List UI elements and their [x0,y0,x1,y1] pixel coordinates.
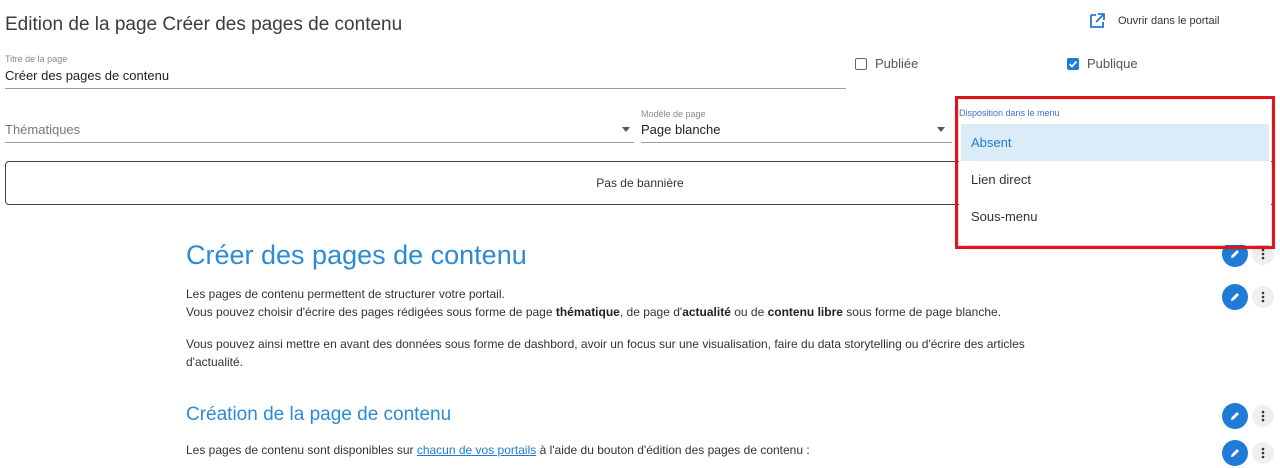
page-title: Edition de la page Créer des pages de co… [5,14,403,35]
title-field[interactable]: Créer des pages de contenu [5,68,169,83]
more-vertical-icon [1261,291,1265,303]
title-field-label: Titre de la page [5,54,68,64]
edit-block-button[interactable] [1222,440,1248,466]
block-actions-3 [1222,403,1274,429]
thematics-placeholder: Thématiques [5,122,81,137]
paragraph-1-line-2: Vous pouvez choisir d'écrire des pages r… [186,303,1001,321]
paragraph-2-line-2: d'actualité. [186,355,243,369]
template-underline [641,142,952,143]
template-select[interactable]: Page blanche [641,122,945,137]
bold-thematique: thématique [555,305,620,319]
block-actions-4 [1222,440,1274,466]
text: Vous pouvez choisir d'écrire des pages r… [186,305,556,319]
content-heading: Créer des pages de contenu [186,240,527,270]
pencil-icon [1231,412,1239,420]
check-icon [1068,60,1078,68]
external-link-icon [1090,13,1105,28]
pencil-icon [1231,449,1239,457]
more-options-button[interactable] [1252,286,1274,308]
paragraph-3: Les pages de contenu sont disponibles su… [186,441,810,459]
paragraph-1-line-1: Les pages de contenu permettent de struc… [186,287,505,301]
edit-block-button[interactable] [1222,284,1248,310]
title-field-underline [5,88,846,89]
template-value: Page blanche [641,122,721,137]
public-label: Publique [1087,56,1138,71]
text: ou de [730,305,768,319]
more-options-button[interactable] [1252,405,1274,427]
template-label: Modèle de page [641,109,706,119]
open-in-portal-label: Ouvrir dans le portail [1118,14,1220,27]
pencil-icon [1231,293,1239,301]
highlight-box [955,96,1275,249]
public-checkbox-box[interactable] [1067,57,1079,70]
more-vertical-icon [1261,248,1265,260]
text: Les pages de contenu sont disponibles su… [186,443,417,457]
portals-link[interactable]: chacun de vos portails [417,443,536,457]
public-checkbox[interactable]: Publique [1067,56,1138,71]
published-checkbox-box[interactable] [855,57,867,70]
published-label: Publiée [875,56,919,71]
thematics-select[interactable]: Thématiques [5,122,630,137]
open-in-portal-button[interactable]: Ouvrir dans le portail [1089,12,1220,29]
pencil-icon [1231,250,1239,258]
paragraph-2-line-1: Vous pouvez ainsi mettre en avant des do… [186,337,1025,351]
thematics-underline [5,142,634,143]
block-actions-2 [1222,284,1274,310]
edit-block-button[interactable] [1222,403,1248,429]
text: à l'aide du bouton d'édition des pages d… [536,443,810,457]
more-vertical-icon [1261,410,1265,422]
chevron-down-icon [937,127,945,132]
published-checkbox[interactable]: Publiée [855,56,918,71]
text: sous forme de page blanche. [842,305,1002,319]
bold-contenu-libre: contenu libre [767,305,843,319]
more-vertical-icon [1261,447,1265,459]
bold-actualite: actualité [682,305,731,319]
section-heading: Création de la page de contenu [186,404,452,425]
more-options-button[interactable] [1252,442,1274,464]
chevron-down-icon [622,127,630,132]
text: , de page d' [619,305,683,319]
